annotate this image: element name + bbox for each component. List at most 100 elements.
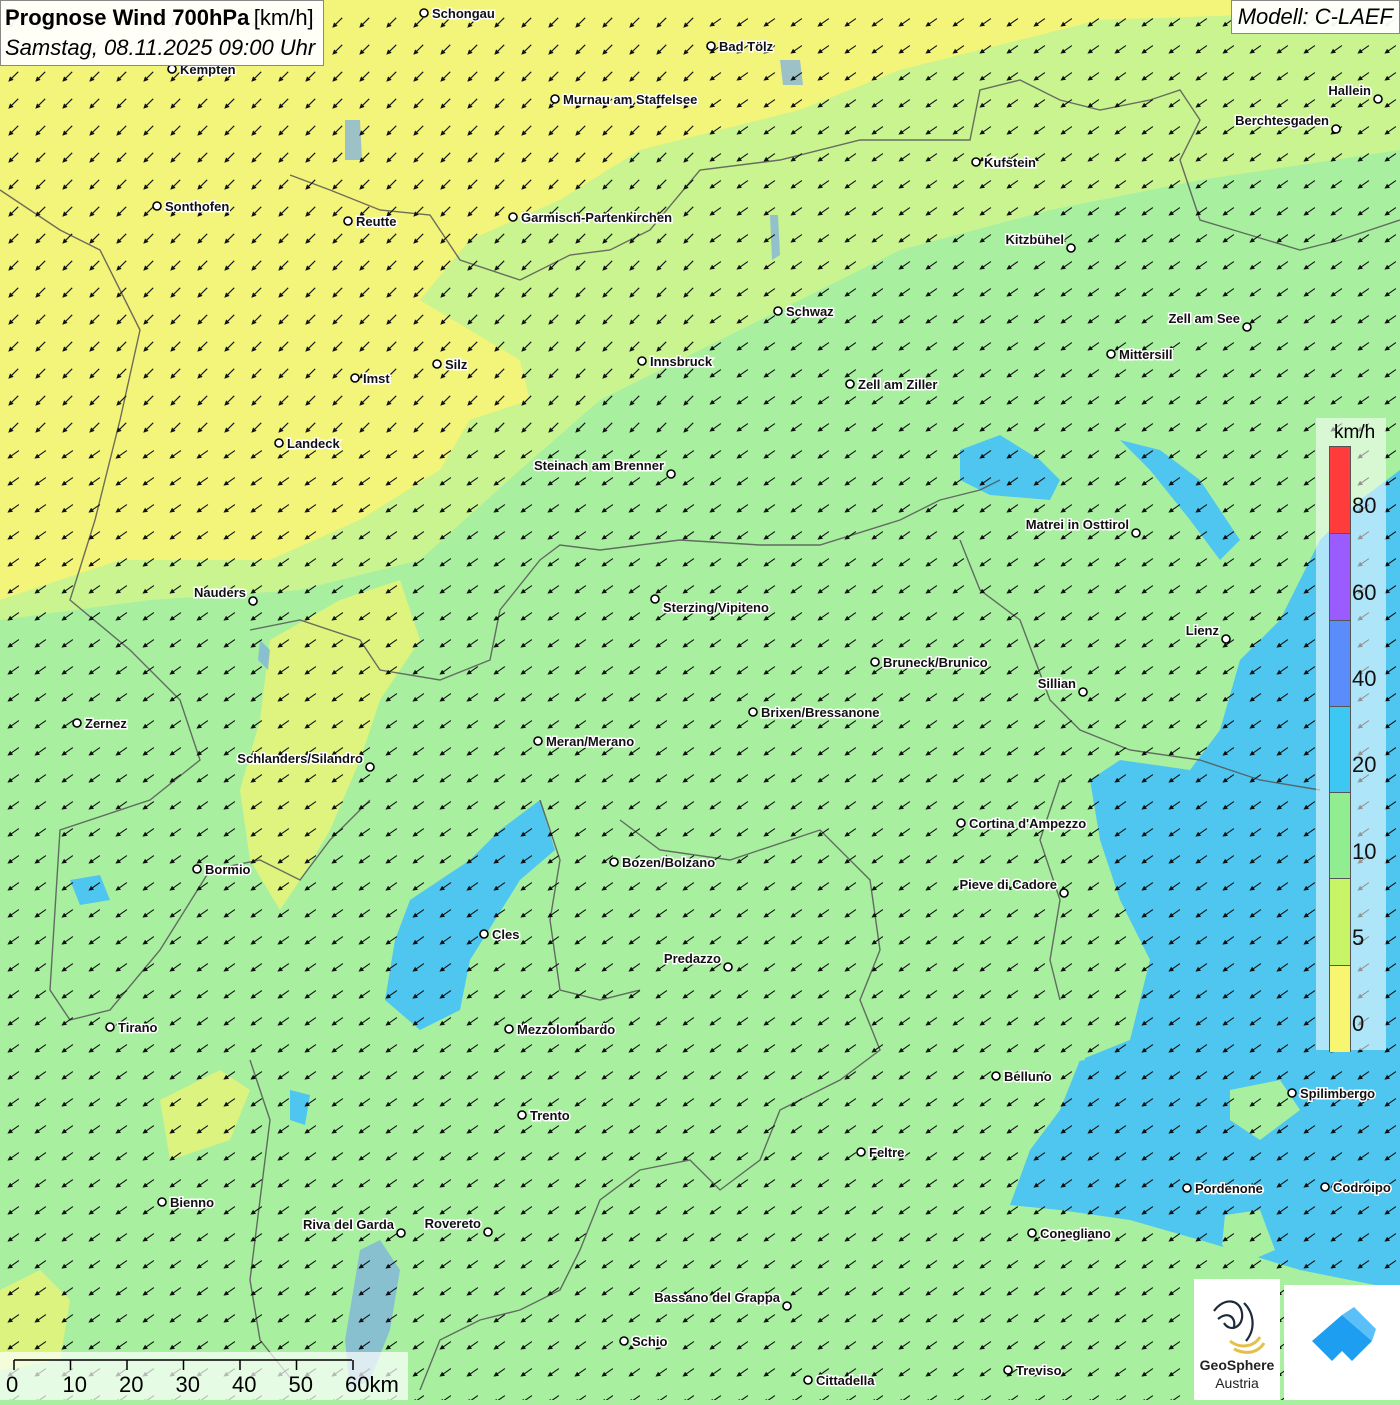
city-marker-icon bbox=[619, 1336, 629, 1346]
city-marker-icon bbox=[1373, 94, 1383, 104]
city-label: Imst bbox=[363, 371, 390, 386]
city-label: Cittadella bbox=[816, 1373, 875, 1388]
city-marker-icon bbox=[956, 818, 966, 828]
legend-color-step bbox=[1330, 533, 1350, 621]
city-marker-icon bbox=[991, 1071, 1001, 1081]
city-marker-icon bbox=[1131, 528, 1141, 538]
city-label: Schwaz bbox=[786, 304, 834, 319]
city-label: Zell am See bbox=[1168, 311, 1240, 326]
city-label: Sterzing/Vipiteno bbox=[663, 600, 769, 615]
city-marker-icon bbox=[870, 657, 880, 667]
legend-color-step bbox=[1330, 705, 1350, 794]
city-label: Kufstein bbox=[984, 155, 1036, 170]
city-marker-icon bbox=[1027, 1228, 1037, 1238]
city-label: Conegliano bbox=[1040, 1226, 1111, 1241]
city-label: Schongau bbox=[432, 6, 495, 21]
city-marker-icon bbox=[274, 438, 284, 448]
geosphere-logo: GeoSphere Austria bbox=[1194, 1279, 1280, 1400]
city-marker-icon bbox=[1078, 687, 1088, 697]
city-label: Feltre bbox=[869, 1145, 904, 1160]
legend-color-step bbox=[1330, 878, 1350, 966]
city-marker-icon bbox=[517, 1110, 527, 1120]
city-label: Mittersill bbox=[1119, 347, 1172, 362]
city-marker-icon bbox=[248, 596, 258, 606]
city-marker-icon bbox=[396, 1228, 406, 1238]
legend-color-step bbox=[1330, 447, 1350, 534]
city-label: Belluno bbox=[1004, 1069, 1052, 1084]
city-marker-icon bbox=[483, 1227, 493, 1237]
city-label: Matrei in Osttirol bbox=[1026, 517, 1129, 532]
city-marker-icon bbox=[650, 594, 660, 604]
city-marker-icon bbox=[1059, 888, 1069, 898]
city-label: Berchtesgaden bbox=[1235, 113, 1329, 128]
city-marker-icon bbox=[1182, 1183, 1192, 1193]
legend-color-step bbox=[1330, 619, 1350, 707]
legend-tick-label: 10 bbox=[1352, 838, 1377, 864]
legend-tick-label: 0 bbox=[1352, 1011, 1365, 1037]
city-label: Steinach am Brenner bbox=[534, 458, 664, 473]
city-label: Silz bbox=[445, 357, 468, 372]
city-label: Innsbruck bbox=[650, 354, 713, 369]
city-marker-icon bbox=[419, 8, 429, 18]
city-label: Riva del Garda bbox=[303, 1217, 395, 1232]
city-label: Pieve di Cadore bbox=[959, 877, 1057, 892]
city-label: Meran/Merano bbox=[546, 734, 634, 749]
city-bozen-bolzano: Bozen/Bolzano bbox=[609, 854, 717, 872]
legend-tick-label: 40 bbox=[1352, 665, 1377, 691]
scale-label: 10 bbox=[62, 1372, 87, 1397]
city-label: Predazzo bbox=[664, 951, 721, 966]
legend-tick-label: 5 bbox=[1352, 924, 1365, 950]
title-unit: [km/h] bbox=[253, 5, 314, 30]
city-schongau: Schongau bbox=[419, 5, 496, 23]
city-pordenone: Pordenone bbox=[1182, 1180, 1264, 1198]
map-title: Prognose Wind 700hPa [km/h] Samstag, 08.… bbox=[0, 0, 325, 66]
city-marker-icon bbox=[105, 1022, 115, 1032]
city-conegliano: Conegliano bbox=[1027, 1225, 1112, 1243]
city-label: Hallein bbox=[1328, 83, 1371, 98]
city-label: Zell am Ziller bbox=[858, 377, 937, 392]
city-cortina-d-ampezzo: Cortina d'Ampezzo bbox=[956, 815, 1088, 833]
city-marker-icon bbox=[157, 1197, 167, 1207]
city-marker-icon bbox=[609, 857, 619, 867]
city-zell-am-ziller: Zell am Ziller bbox=[845, 376, 939, 394]
city-marker-icon bbox=[343, 216, 353, 226]
city-marker-icon bbox=[1066, 243, 1076, 253]
city-label: Bienno bbox=[170, 1195, 214, 1210]
city-marker-icon bbox=[1320, 1182, 1330, 1192]
city-label: Brixen/Bressanone bbox=[761, 705, 880, 720]
city-label: Lienz bbox=[1186, 623, 1220, 638]
app-logo bbox=[1284, 1285, 1400, 1400]
scale-label: 30 bbox=[175, 1372, 200, 1397]
city-marker-icon bbox=[748, 707, 758, 717]
city-marker-icon bbox=[167, 64, 177, 74]
city-label: Murnau am Staffelsee bbox=[563, 92, 697, 107]
legend-color-step bbox=[1330, 964, 1350, 1052]
city-marker-icon bbox=[72, 718, 82, 728]
city-marker-icon bbox=[971, 157, 981, 167]
forecast-datetime: Samstag, 08.11.2025 09:00 Uhr bbox=[5, 35, 316, 60]
scale-label: 0 bbox=[6, 1372, 19, 1397]
city-marker-icon bbox=[803, 1375, 813, 1385]
title-main: Prognose Wind 700hPa bbox=[5, 5, 250, 30]
city-label: Garmisch-Partenkirchen bbox=[521, 210, 672, 225]
city-marker-icon bbox=[1331, 124, 1341, 134]
city-label: Codroipo bbox=[1333, 1180, 1391, 1195]
city-label: Reutte bbox=[356, 214, 396, 229]
city-label: Bassano del Grappa bbox=[654, 1290, 780, 1305]
city-marker-icon bbox=[637, 356, 647, 366]
city-label: Sillian bbox=[1038, 676, 1076, 691]
city-label: Landeck bbox=[287, 436, 341, 451]
city-label: Sonthofen bbox=[165, 199, 229, 214]
city-label: Bozen/Bolzano bbox=[622, 855, 715, 870]
city-label: Zernez bbox=[85, 716, 127, 731]
scale-label: 50 bbox=[288, 1372, 313, 1397]
city-marker-icon bbox=[479, 929, 489, 939]
logo-line2: Austria bbox=[1215, 1375, 1259, 1391]
city-label: Kitzbühel bbox=[1006, 232, 1065, 247]
city-spilimbergo: Spilimbergo bbox=[1287, 1085, 1377, 1103]
legend-tick-label: 60 bbox=[1352, 579, 1377, 605]
city-label: Bad Tölz bbox=[719, 39, 774, 54]
city-label: Cles bbox=[492, 927, 519, 942]
city-label: Bruneck/Brunico bbox=[883, 655, 988, 670]
logo-line1: GeoSphere bbox=[1199, 1357, 1275, 1373]
